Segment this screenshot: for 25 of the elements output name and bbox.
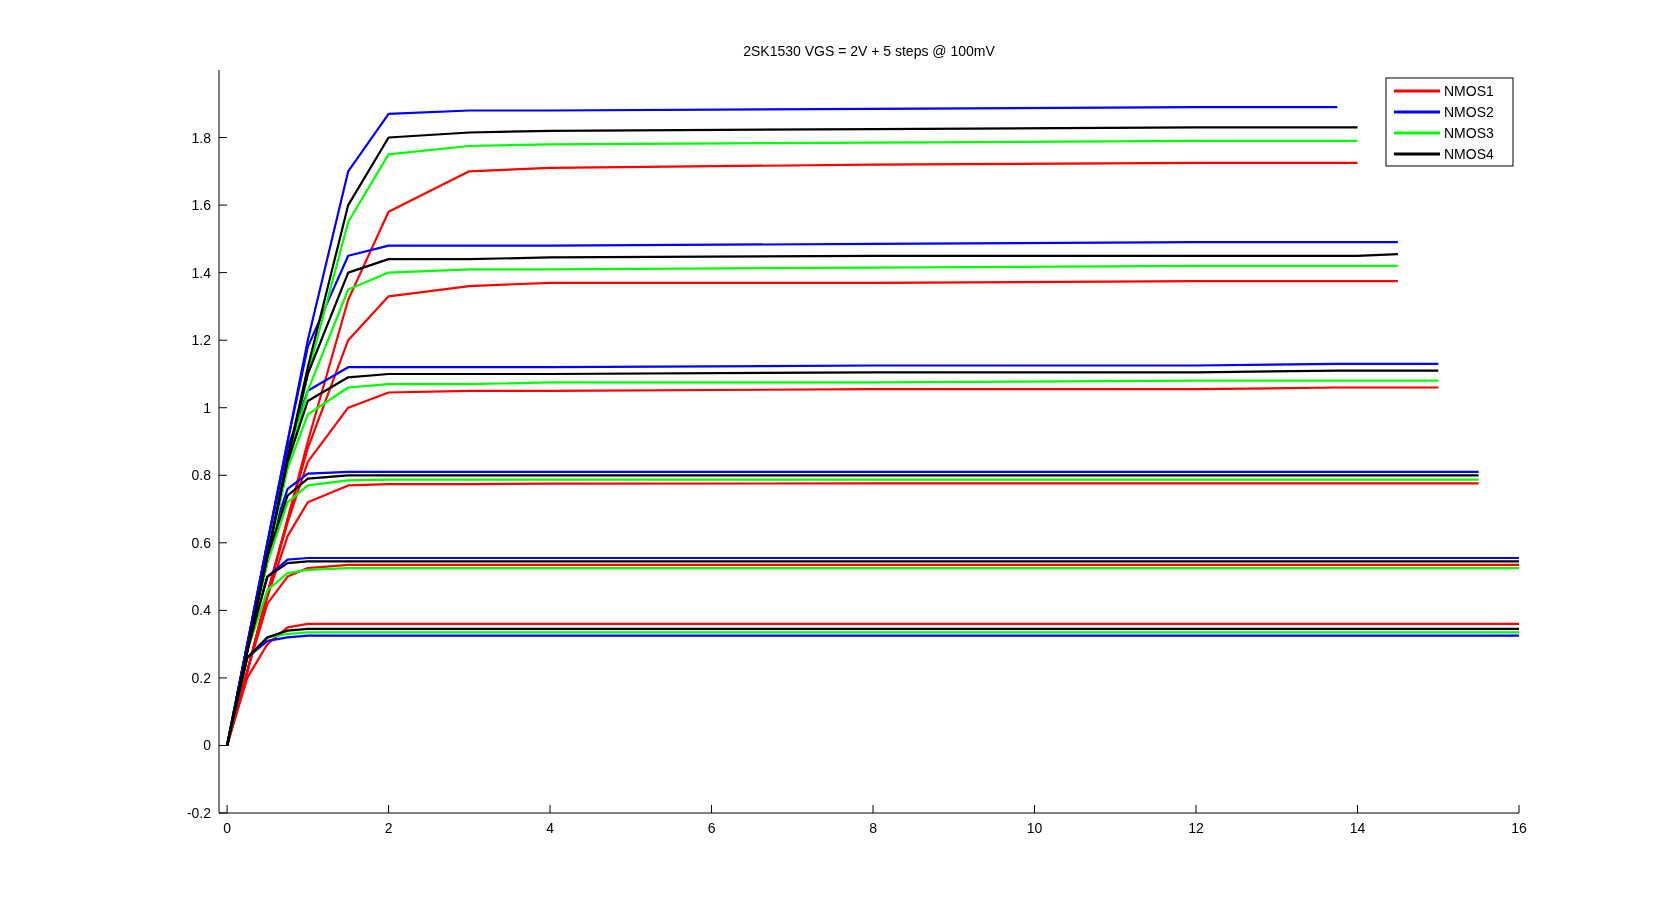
x-tick-label: 14	[1349, 820, 1366, 836]
legend-label: NMOS1	[1444, 83, 1494, 99]
x-tick-label: 0	[223, 820, 231, 836]
chart-title: 2SK1530 VGS = 2V + 5 steps @ 100mV	[743, 43, 995, 59]
y-tick-label: 1	[203, 399, 211, 416]
x-tick-label: 8	[869, 820, 877, 836]
x-tick-label: 2	[384, 820, 393, 836]
x-tick-label: 4	[546, 820, 554, 836]
y-tick-label: -0.2	[186, 805, 211, 821]
y-tick-label: 1.8	[191, 129, 211, 146]
legend-label: NMOS4	[1444, 146, 1494, 162]
y-tick-label: 0.8	[191, 467, 211, 484]
y-tick-label: 1.4	[191, 264, 211, 281]
y-tick-label: 1.2	[191, 332, 211, 349]
x-tick-label: 16	[1511, 820, 1527, 836]
x-tick-label: 12	[1188, 820, 1204, 836]
y-tick-label: 0.2	[191, 669, 211, 686]
legend-label: NMOS3	[1444, 125, 1494, 141]
y-tick-label: 0.6	[191, 534, 211, 551]
y-tick-label: 0	[203, 737, 211, 754]
x-tick-label: 6	[707, 820, 716, 836]
y-tick-label: 0.4	[191, 602, 211, 619]
legend-label: NMOS2	[1444, 104, 1494, 120]
y-tick-label: 1.6	[191, 197, 211, 214]
x-tick-label: 10	[1026, 820, 1043, 836]
